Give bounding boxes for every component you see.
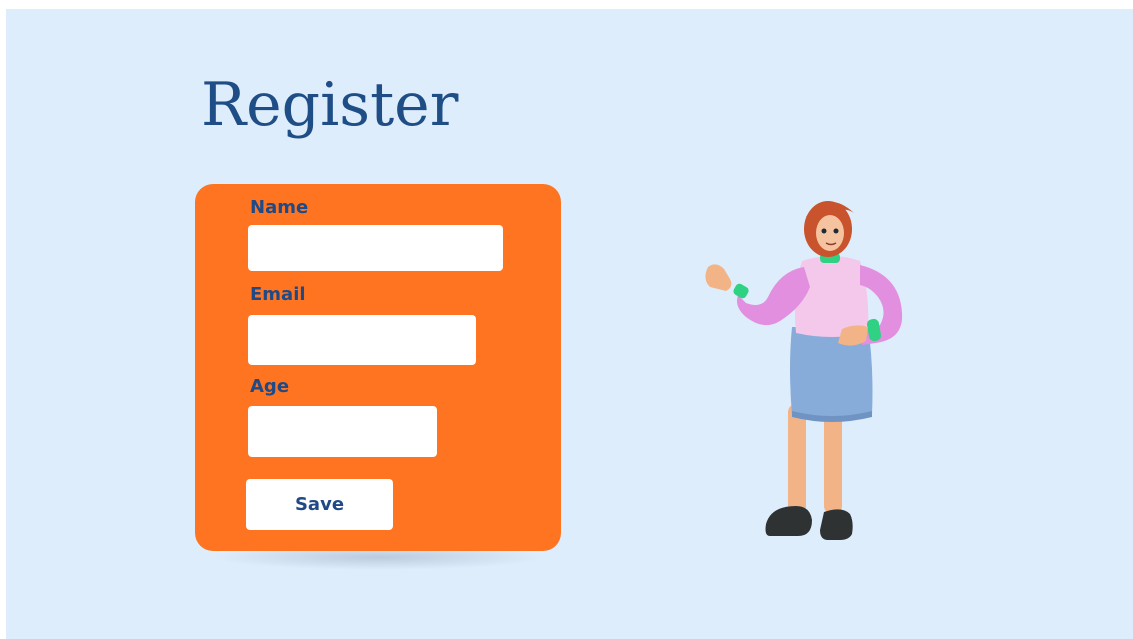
email-field[interactable] bbox=[248, 315, 476, 365]
name-field[interactable] bbox=[248, 225, 503, 271]
email-label: Email bbox=[250, 284, 306, 305]
page-title: Register bbox=[201, 70, 459, 140]
person-illustration-icon bbox=[705, 201, 903, 540]
register-form-card: Name Email Age Save bbox=[195, 184, 561, 551]
save-button[interactable]: Save bbox=[246, 479, 393, 530]
page-background: Register Name Email Age Save bbox=[6, 9, 1133, 639]
name-label: Name bbox=[250, 197, 309, 218]
age-field[interactable] bbox=[248, 406, 437, 457]
age-label: Age bbox=[250, 376, 290, 397]
